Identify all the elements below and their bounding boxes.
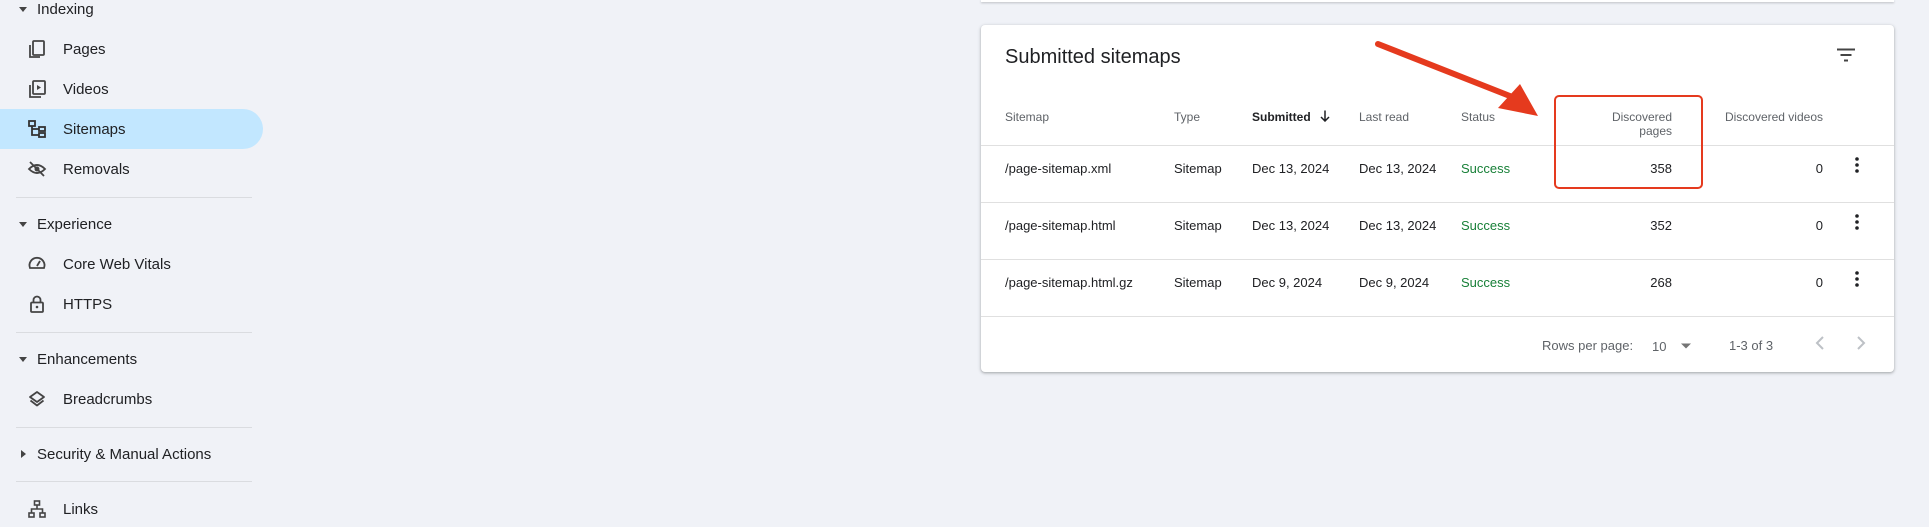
cell-sitemap: /page-sitemap.xml (1005, 161, 1112, 176)
filter-button[interactable] (1834, 45, 1858, 69)
sitemaps-icon (26, 118, 48, 140)
section-experience[interactable]: Experience (16, 212, 112, 236)
sidebar-item-https[interactable]: HTTPS (0, 284, 263, 324)
arrow-down-icon (1320, 110, 1330, 125)
sidebar-item-label: Pages (63, 40, 106, 58)
card-title: Submitted sitemaps (1005, 46, 1181, 68)
section-label: Indexing (37, 0, 94, 18)
column-header-submitted[interactable]: Submitted (1252, 110, 1330, 125)
more-vert-icon (1855, 156, 1859, 178)
sidebar-item-label: Breadcrumbs (63, 390, 153, 408)
cell-status: Success (1461, 275, 1511, 290)
cell-last-read: Dec 9, 2024 (1359, 275, 1430, 290)
section-indexing[interactable]: Indexing (16, 0, 94, 21)
sidebar: Indexing Pages Videos Sitemaps Removals … (0, 0, 265, 527)
cell-discovered-videos: 0 (1815, 218, 1823, 233)
sidebar-item-label: Removals (63, 160, 130, 178)
cell-last-read: Dec 13, 2024 (1359, 161, 1437, 176)
sidebar-item-removals[interactable]: Removals (0, 149, 263, 189)
column-header-type[interactable]: Type (1174, 110, 1200, 124)
filter-icon (1836, 48, 1856, 67)
rows-per-page-label: Rows per page: (1542, 338, 1634, 353)
cell-last-read: Dec 13, 2024 (1359, 218, 1437, 233)
section-security-manual-actions[interactable]: Security & Manual Actions (16, 442, 211, 466)
caret-right-icon (16, 447, 30, 461)
column-header-label: Submitted (1252, 110, 1311, 124)
videos-icon (26, 78, 48, 100)
more-vert-icon (1855, 213, 1859, 235)
section-label: Security & Manual Actions (37, 445, 212, 463)
section-enhancements[interactable]: Enhancements (16, 347, 137, 371)
next-page-button[interactable] (1849, 333, 1873, 357)
cell-type: Sitemap (1174, 161, 1222, 176)
sidebar-item-label: HTTPS (63, 295, 113, 313)
caret-down-icon (16, 352, 30, 366)
annotation-highlight-box (1554, 95, 1703, 189)
cell-submitted: Dec 13, 2024 (1252, 218, 1330, 233)
row-divider (981, 202, 1894, 203)
divider (16, 332, 252, 333)
cell-discovered-pages: 352 (1650, 218, 1672, 233)
rows-per-page-value: 10 (1652, 338, 1667, 354)
sidebar-item-label: Links (63, 500, 99, 518)
column-header-discovered-videos[interactable]: Discovered videos (1691, 110, 1823, 124)
sidebar-item-videos[interactable]: Videos (0, 69, 263, 109)
cell-submitted: Dec 9, 2024 (1252, 275, 1323, 290)
sidebar-item-links[interactable]: Links (0, 489, 263, 527)
cell-type: Sitemap (1174, 218, 1222, 233)
row-divider (981, 316, 1894, 317)
cell-discovered-videos: 0 (1815, 275, 1823, 290)
section-label: Enhancements (37, 350, 138, 368)
chevron-right-icon (1856, 335, 1866, 355)
cell-discovered-pages: 268 (1650, 275, 1672, 290)
cell-discovered-videos: 0 (1815, 161, 1823, 176)
sidebar-item-pages[interactable]: Pages (0, 29, 263, 69)
caret-down-icon (16, 2, 30, 16)
sidebar-item-sitemaps[interactable]: Sitemaps (0, 109, 263, 149)
chevron-left-icon (1815, 335, 1825, 355)
pagination-range: 1-3 of 3 (1729, 338, 1774, 353)
previous-card-edge (981, 0, 1894, 2)
rows-per-page-select[interactable]: 10 (1652, 334, 1702, 358)
sidebar-item-label: Sitemaps (63, 120, 126, 138)
row-divider (981, 145, 1894, 146)
cell-sitemap: /page-sitemap.html (1005, 218, 1116, 233)
section-label: Experience (37, 215, 113, 233)
row-divider (981, 259, 1894, 260)
previous-page-button[interactable] (1808, 333, 1832, 357)
layers-icon (26, 388, 48, 410)
cell-status: Success (1461, 218, 1511, 233)
row-menu-button[interactable] (1845, 269, 1869, 293)
cell-submitted: Dec 13, 2024 (1252, 161, 1330, 176)
more-vert-icon (1855, 270, 1859, 292)
links-icon (26, 498, 48, 520)
gauge-icon (26, 253, 48, 275)
dropdown-arrow-icon (1680, 342, 1692, 350)
sidebar-item-label: Videos (63, 80, 109, 98)
cell-sitemap: /page-sitemap.html.gz (1005, 275, 1133, 290)
column-header-sitemap[interactable]: Sitemap (1005, 110, 1049, 124)
lock-icon (26, 293, 48, 315)
sidebar-item-core-web-vitals[interactable]: Core Web Vitals (0, 244, 263, 284)
row-menu-button[interactable] (1845, 155, 1869, 179)
pages-icon (26, 38, 48, 60)
caret-down-icon (16, 217, 30, 231)
removals-icon (26, 158, 48, 180)
divider (16, 481, 252, 482)
sidebar-item-label: Core Web Vitals (63, 255, 171, 273)
divider (16, 197, 252, 198)
row-menu-button[interactable] (1845, 212, 1869, 236)
annotation-arrow-icon (1375, 41, 1538, 116)
divider (16, 427, 252, 428)
cell-status: Success (1461, 161, 1511, 176)
sidebar-item-breadcrumbs[interactable]: Breadcrumbs (0, 379, 263, 419)
cell-type: Sitemap (1174, 275, 1222, 290)
